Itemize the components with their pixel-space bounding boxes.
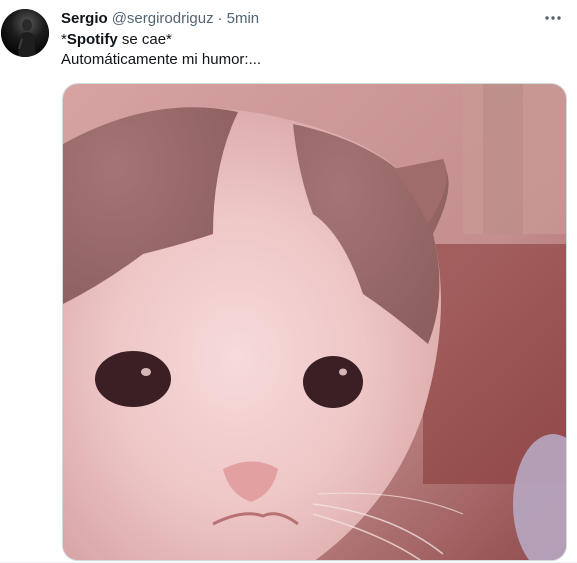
separator-dot: · [217,10,223,27]
author-handle[interactable]: @sergirodriguz [112,9,214,29]
tweet-text: *Spotify se cae* Automáticamente mi humo… [61,30,261,70]
more-horizontal-icon[interactable] [541,8,565,28]
tweet-line-1-suffix: se cae* [117,31,172,48]
tweet[interactable]: Sergio @sergirodriguz · 5min *Spotify se… [0,0,577,563]
tweet-header: Sergio @sergirodriguz · 5min [61,9,259,29]
kitten-photo[interactable] [62,83,567,561]
tweet-line-1-bold: Spotify [66,31,118,48]
timestamp[interactable]: 5min [227,9,260,29]
tweet-line-1: *Spotify se cae* [61,30,261,50]
avatar[interactable] [1,9,49,57]
tweet-line-2: Automáticamente mi humor:... [61,51,262,68]
author-name[interactable]: Sergio [61,9,108,29]
